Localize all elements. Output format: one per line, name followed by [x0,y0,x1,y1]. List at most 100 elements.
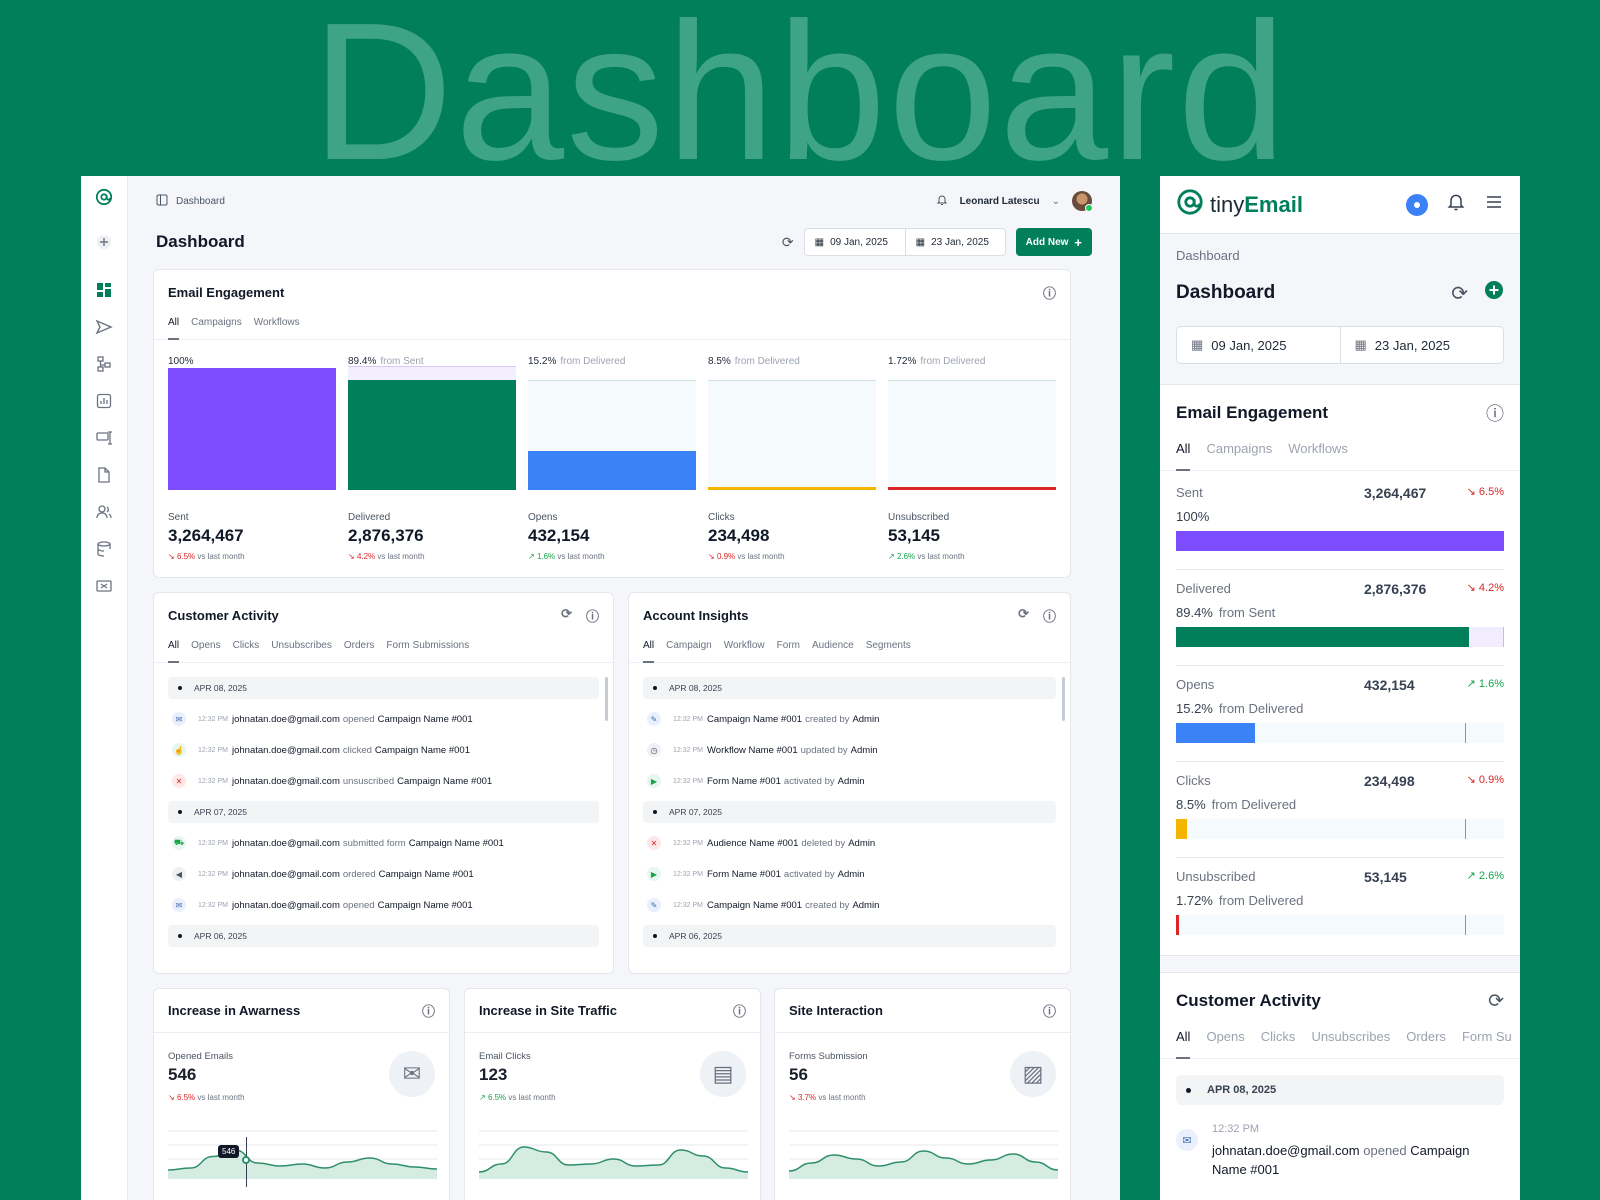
tab-campaigns[interactable]: Campaigns [191,314,242,339]
row-object[interactable]: Admin [838,776,865,787]
refresh-icon[interactable]: ⟳ [782,234,794,251]
logo[interactable]: tinyEmail [1176,188,1303,222]
tab-clicks[interactable]: Clicks [233,637,260,662]
dashboard-icon[interactable] [95,281,113,299]
feed-row[interactable]: ✎ 12:32 PM Campaign Name #001 created by Adm… [643,708,1056,730]
status-dot-icon[interactable] [1406,193,1428,216]
bell-icon[interactable] [1446,192,1466,217]
tab-all[interactable]: All [1176,441,1191,471]
info-icon[interactable]: ⓘ [1043,606,1056,625]
tab-clicks[interactable]: Clicks [1261,1029,1296,1058]
row-object[interactable]: Campaign Name #001 [378,900,473,911]
feed-row[interactable]: ✉ 12:32 PM johnatan.doe@gmail.com opened Cam… [168,708,599,730]
feed-row[interactable]: ✉ 12:32 PM johnatan.doe@gmail.com opened Cam… [168,894,599,916]
tab-workflows[interactable]: Workflows [1288,441,1348,470]
row-subject[interactable]: Campaign Name #001 [707,714,802,725]
row-subject[interactable]: johnatan.doe@gmail.com [232,714,340,725]
forms-icon[interactable] [95,429,113,447]
feed-row[interactable]: ◷ 12:32 PM Workflow Name #001 updated by Adm… [643,739,1056,761]
row-object[interactable]: Campaign Name #001 [379,869,474,880]
row-subject[interactable]: Workflow Name #001 [707,745,798,756]
tab-form-su[interactable]: Form Su [1462,1029,1512,1058]
row-object[interactable]: Admin [852,714,879,725]
refresh-icon[interactable]: ⟳ [561,606,572,625]
date-to-field[interactable]: ▦ 23 Jan, 2025 [1339,327,1504,363]
engagement-metric[interactable]: 1.72% from Delivered Unsubscribed 53,145 ↗ 2… [888,356,1056,576]
tab-workflow[interactable]: Workflow [724,637,765,662]
database-icon[interactable] [95,540,113,558]
tab-unsubscribes[interactable]: Unsubscribes [271,637,332,662]
row-subject[interactable]: johnatan.doe@gmail.com [232,838,340,849]
audience-icon[interactable] [95,503,113,521]
row-object[interactable]: Admin [852,900,879,911]
feed-row[interactable]: ◀ 12:32 PM johnatan.doe@gmail.com ordered Ca… [168,863,599,885]
ticket-icon[interactable] [95,577,113,595]
breadcrumb-label[interactable]: Dashboard [176,196,225,207]
refresh-icon[interactable]: ⟳ [1488,990,1504,1013]
mobile-metric-row[interactable]: Delivered 2,876,376 ↘ 4.2% 89.4% from Sent [1176,581,1504,663]
row-subject[interactable]: johnatan.doe@gmail.com [232,776,340,787]
feed-row[interactable]: ☝ 12:32 PM johnatan.doe@gmail.com clicked Ca… [168,739,599,761]
row-object[interactable]: Campaign Name #001 [409,838,504,849]
file-icon[interactable] [95,466,113,484]
feed-row[interactable]: ✎ 12:32 PM Campaign Name #001 created by Adm… [643,894,1056,916]
info-icon[interactable]: ⓘ [586,606,599,625]
sidebar-toggle-icon[interactable] [156,194,168,209]
engagement-metric[interactable]: 8.5% from Delivered Clicks 234,498 ↘ 0.9% vs… [708,356,876,576]
tab-audience[interactable]: Audience [812,637,854,662]
tab-workflows[interactable]: Workflows [254,314,300,339]
breadcrumb[interactable]: Dashboard [1176,248,1240,263]
info-icon[interactable]: ⓘ [733,1001,746,1020]
row-subject[interactable]: Audience Name #001 [707,838,798,849]
row-object[interactable]: Campaign Name #001 [375,745,470,756]
refresh-icon[interactable]: ⟳ [1451,281,1468,306]
engagement-metric[interactable]: 15.2% from Delivered Opens 432,154 ↗ 1.6% vs… [528,356,696,576]
tab-opens[interactable]: Opens [191,637,220,662]
activity-feed[interactable]: APR 08, 2025 ✉ 12:32 PM johnatan.doe@gmail.… [168,677,599,965]
tab-segments[interactable]: Segments [866,637,911,662]
info-icon[interactable]: ⓘ [422,1001,435,1020]
tab-orders[interactable]: Orders [344,637,375,662]
tab-campaign[interactable]: Campaign [666,637,712,662]
row-subject[interactable]: Form Name #001 [707,869,781,880]
mobile-metric-row[interactable]: Unsubscribed 53,145 ↗ 2.6% 1.72% from Delive… [1176,869,1504,951]
tab-all[interactable]: All [168,637,180,663]
avatar[interactable] [1072,191,1093,212]
row-subject[interactable]: Form Name #001 [707,776,781,787]
row-object[interactable]: Admin [851,745,878,756]
tab-opens[interactable]: Opens [1206,1029,1244,1058]
add-new-button[interactable]: Add New + [1015,228,1092,256]
reports-icon[interactable] [95,392,113,410]
tab-all[interactable]: All [168,314,180,340]
tab-unsubscribes[interactable]: Unsubscribes [1311,1029,1390,1058]
scrollbar[interactable] [605,677,608,721]
tab-orders[interactable]: Orders [1406,1029,1446,1058]
menu-icon[interactable] [1484,192,1504,217]
date-range-picker[interactable]: ▦ 09 Jan, 2025 ▦ 23 Jan, 2025 [1176,326,1504,364]
row-object[interactable]: Campaign Name #001 [397,776,492,787]
chevron-down-icon[interactable]: ⌄ [1052,196,1060,207]
mobile-metric-row[interactable]: Opens 432,154 ↗ 1.6% 15.2% from Delivered [1176,677,1504,759]
refresh-icon[interactable]: ⟳ [1018,606,1029,625]
user-menu[interactable]: Leonard Latescu ⌄ [936,191,1093,212]
feed-row[interactable]: ▶ 12:32 PM Form Name #001 activated by Admin [643,770,1056,792]
bell-icon[interactable] [936,194,948,209]
insights-feed[interactable]: APR 08, 2025 ✎ 12:32 PM Campaign Name #001 c… [643,677,1056,965]
workflow-icon[interactable] [95,355,113,373]
tab-all[interactable]: All [1176,1029,1191,1059]
tab-form[interactable]: Form [777,637,800,662]
scrollbar[interactable] [1062,677,1065,721]
row-subject[interactable]: johnatan.doe@gmail.com [232,900,340,911]
info-icon[interactable]: ⓘ [1043,283,1056,302]
feed-row[interactable]: ▶ 12:32 PM Form Name #001 activated by Admin [643,863,1056,885]
row-subject[interactable]: johnatan.doe@gmail.com [232,869,340,880]
date-range-picker[interactable]: ▦ 09 Jan, 2025 ▦ 23 Jan, 2025 [803,228,1006,256]
mobile-metric-row[interactable]: Clicks 234,498 ↘ 0.9% 8.5% from Delivered [1176,773,1504,855]
date-to-field[interactable]: ▦ 23 Jan, 2025 [904,229,1005,255]
mobile-metric-row[interactable]: Sent 3,264,467 ↘ 6.5% 100% [1176,485,1504,567]
tab-all[interactable]: All [643,637,655,663]
info-icon[interactable]: ⓘ [1486,400,1504,426]
tab-form-submissions[interactable]: Form Submissions [386,637,469,662]
row-subject[interactable]: johnatan.doe@gmail.com [232,745,340,756]
plus-icon[interactable] [95,233,113,251]
